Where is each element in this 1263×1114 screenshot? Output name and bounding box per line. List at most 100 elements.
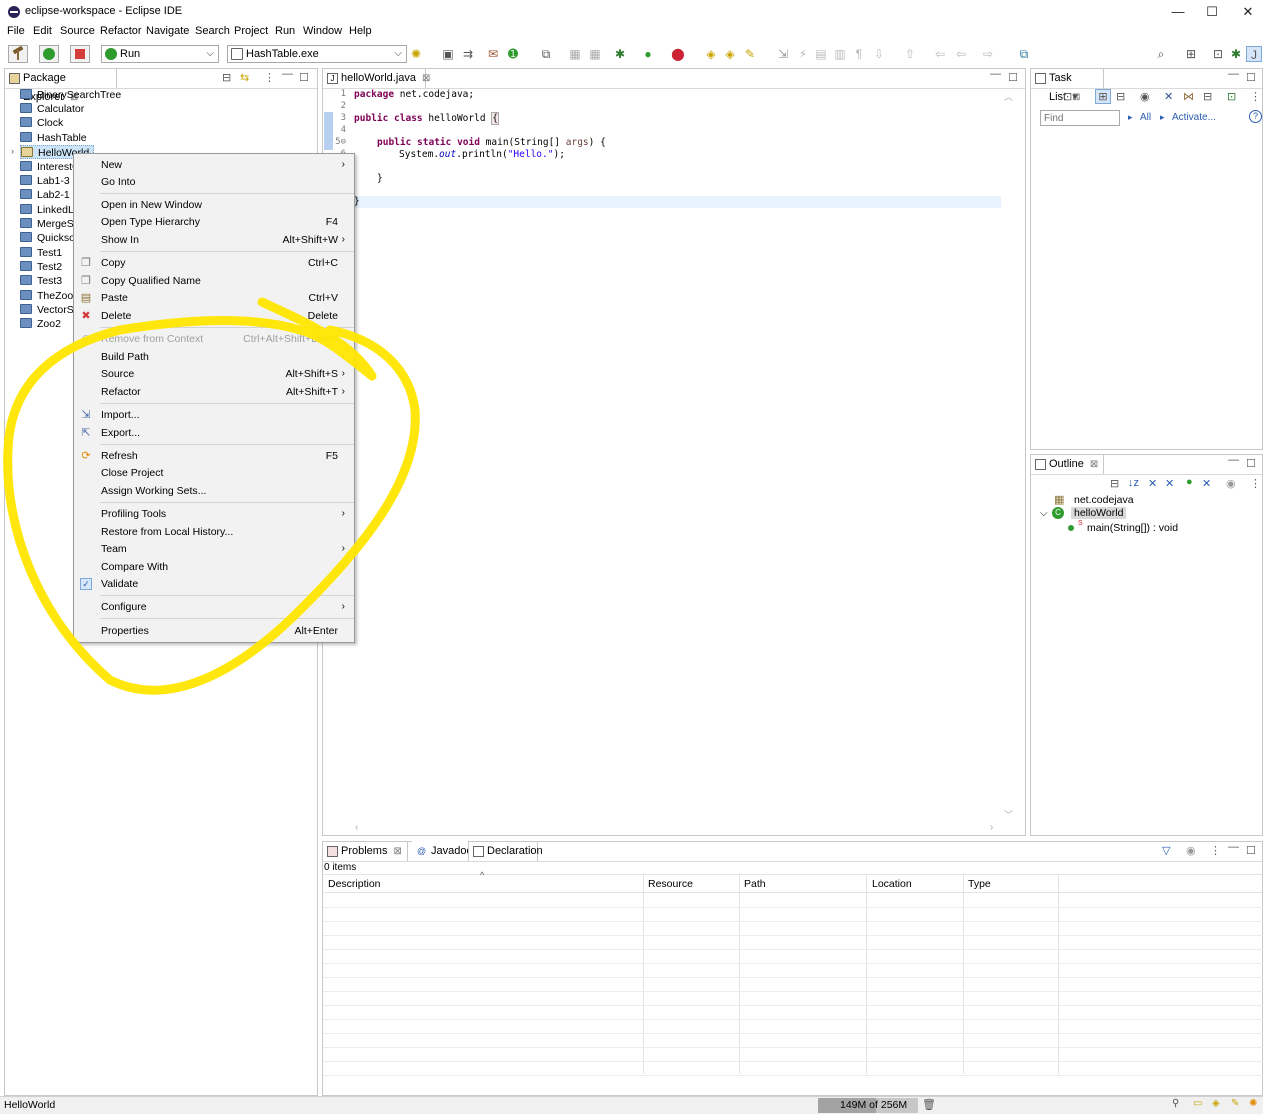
project-item[interactable]: Test1 [20,246,62,260]
menu-search[interactable]: Search [195,25,230,37]
toolbar-icon-7[interactable]: ▥ [832,46,848,62]
project-item[interactable]: HashTable [20,131,87,145]
minimize-button[interactable]: — [1160,2,1196,22]
menu-refactor[interactable]: Refactor [100,25,142,37]
menu-item-compare-with[interactable]: Compare With › [74,558,354,576]
menu-item-close-project[interactable]: Close Project [74,464,354,482]
hide-static-icon[interactable]: ✕ [1165,477,1174,490]
java-ee-perspective-icon[interactable]: ⊡ [1210,46,1226,62]
run-config-combo[interactable]: Run ⌵ [101,45,219,63]
new-folder-icon[interactable]: ⧉ [538,46,554,62]
project-item[interactable]: Lab2-1 [20,188,70,202]
hide-nonpublic-icon[interactable]: ● [1186,476,1193,488]
code-line-5[interactable]: public static void main(String[] args) { [377,137,606,148]
focus-icon[interactable]: ◉ [1186,844,1196,857]
stop-red-button[interactable] [70,45,90,63]
categorized-icon[interactable]: ⊞ [1095,89,1111,104]
tab-problems[interactable]: Problems ⊠ [322,841,408,861]
menu-item-copy[interactable]: ❐ Copy Ctrl+C [74,254,354,272]
column-description[interactable]: Description [328,877,381,893]
status-icon-1[interactable]: ⚲ [1172,1098,1179,1109]
toolbar-icon-1[interactable]: ▣ [440,46,456,62]
project-item[interactable]: Calculator [20,102,84,116]
collapse-icon[interactable]: ⋈ [1183,90,1194,103]
collapse-all-icon[interactable]: ⊟ [1110,477,1119,490]
scroll-up-icon[interactable]: ︿ [1004,90,1013,103]
code-line-1[interactable]: package net.codejava; [354,89,474,100]
maximize-editor-icon[interactable]: ☐ [1008,71,1018,84]
project-item[interactable]: MergeSc [20,217,79,231]
column-location[interactable]: Location [872,877,912,893]
menu-item-refactor[interactable]: Refactor Alt+Shift+T › [74,383,354,401]
view-menu-icon[interactable]: ⋮ [264,71,275,84]
toolbar-icon-3[interactable]: ✉ [485,46,501,62]
menu-project[interactable]: Project [234,25,268,37]
close-icon[interactable]: ⊠ [422,73,430,84]
project-item[interactable]: TheZoo [20,289,73,303]
menu-item-export[interactable]: ⇱ Export... [74,424,354,442]
launch-settings-gear-icon[interactable]: ✺ [408,46,424,62]
task-find-input[interactable] [1040,110,1120,126]
search-icon[interactable]: ⌕ [1153,46,1169,62]
menu-item-open-new-window[interactable]: Open in New Window [74,196,354,214]
external-tools-icon[interactable]: ⬤ [670,46,686,62]
chevron-down-icon[interactable]: ⌵ [1040,508,1048,519]
project-item[interactable]: Test3 [20,274,62,288]
menu-item-refresh[interactable]: ⟳ Refresh F5 [74,447,354,465]
maximize-view-icon[interactable]: ☐ [1246,844,1256,857]
menu-item-remove-from-context[interactable]: ⊗ Remove from Context Ctrl+Alt+Shift+Down [74,330,354,348]
menu-item-copy-qualified-name[interactable]: ❐ Copy Qualified Name [74,272,354,290]
project-item[interactable]: VectorSc [20,303,79,317]
project-item[interactable]: InterestC [20,160,80,174]
minimize-view-icon[interactable]: — [282,68,293,80]
launch-target-combo[interactable]: HashTable.exe ⌵ [227,45,407,63]
minimize-view-icon[interactable]: — [1228,68,1239,80]
toolbar-icon-2[interactable]: ⇉ [460,46,476,62]
toolbar-icon-4[interactable]: ⇲ [775,46,791,62]
scheduled-icon[interactable]: ⊟ [1116,90,1125,103]
menu-item-paste[interactable]: ▤ Paste Ctrl+V [74,289,354,307]
link-editor-icon[interactable]: ◉ [1226,477,1236,490]
heap-status-bar[interactable]: 149M of 256M [818,1098,918,1113]
minimize-editor-icon[interactable]: — [990,68,1001,80]
menu-item-team[interactable]: Team › [74,540,354,558]
minimize-view-icon[interactable]: — [1228,841,1239,853]
all-filter-link[interactable]: All [1140,112,1151,123]
menu-item-validate[interactable]: ✓ Validate [74,575,354,593]
maximize-view-icon[interactable]: ☐ [299,71,309,84]
outline-package[interactable]: net.codejava [1074,494,1134,506]
menu-item-open-type-hierarchy[interactable]: Open Type Hierarchy F4 [74,213,354,231]
open-perspective-icon[interactable]: ⊞ [1183,46,1199,62]
toolbar-icon-5[interactable]: ⚡ [795,46,811,62]
activate-task-link[interactable]: Activate... [1172,112,1216,123]
status-icon-5[interactable]: ✺ [1249,1098,1257,1109]
menu-run[interactable]: Run [275,25,295,37]
status-icon-3[interactable]: ◈ [1212,1098,1220,1109]
scroll-left-icon[interactable]: ‹ [355,822,358,833]
open-folder-icon[interactable]: ◈ [722,46,738,62]
tab-package-explorer[interactable]: Package Explorer ⊠ [4,68,117,103]
tab-declaration[interactable]: Declaration [468,841,543,861]
tab-javadoc[interactable]: @ Javadoc [412,841,472,861]
close-icon[interactable]: ⊠ [393,846,401,857]
sort-icon[interactable]: ↓z [1128,477,1139,489]
menu-item-configure[interactable]: Configure › [74,598,354,616]
menu-item-build-path[interactable]: Build Path › [74,348,354,366]
outline-method[interactable]: main(String[]) : void [1087,522,1178,534]
menu-source[interactable]: Source [60,25,95,37]
new-class-icon[interactable]: ➊ [505,46,521,62]
toolbar-icon-6[interactable]: ▤ [813,46,829,62]
build-hammer-button[interactable] [8,45,28,63]
close-icon[interactable]: ⊠ [1090,459,1098,470]
forward-icon[interactable]: ⇨ [980,46,996,62]
menu-item-assign-working-sets[interactable]: Assign Working Sets... [74,482,354,500]
menu-help[interactable]: Help [349,25,372,37]
close-button[interactable]: ✕ [1230,2,1263,22]
column-resource[interactable]: Resource [648,877,693,893]
project-item[interactable]: BinarySearchTree [20,88,121,102]
project-item[interactable]: Clock [20,116,63,130]
expand-chevron-icon[interactable]: › [11,146,14,156]
garbage-collect-icon[interactable]: 🗑 [922,1098,936,1111]
project-item[interactable]: Zoo2 [20,317,61,331]
view-menu-icon[interactable]: ⋮ [1250,90,1261,103]
